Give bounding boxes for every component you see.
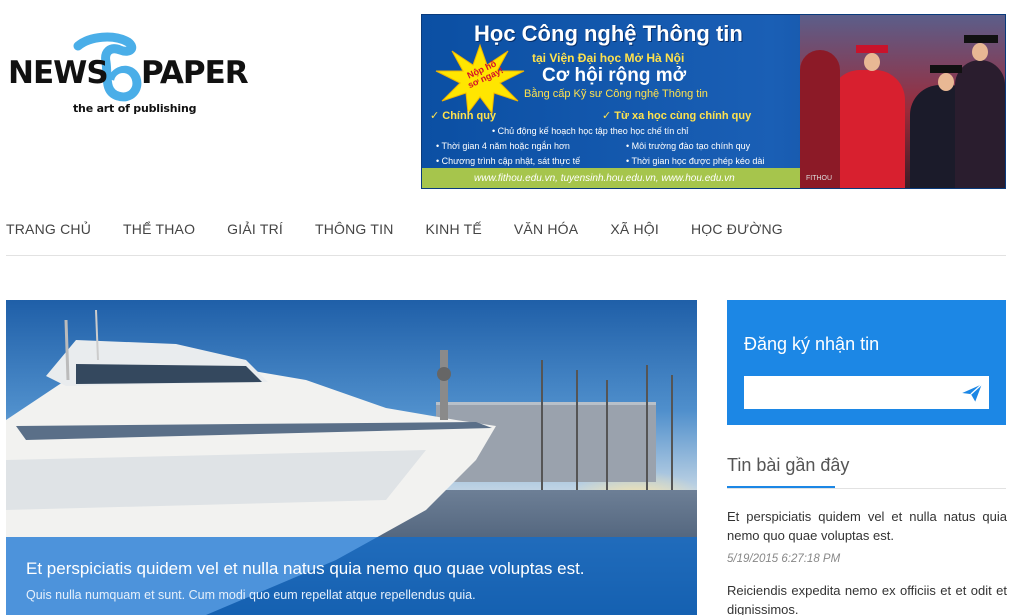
banner-graduation-photo: FITHOU <box>800 15 1005 188</box>
list-item: Et perspiciatis quidem vel et nulla natu… <box>727 507 1007 569</box>
logo-word-left: NEWS <box>8 55 109 91</box>
banner-subtitle-2: Cơ hội rộng mở <box>542 65 687 86</box>
nav-divider <box>6 255 1006 256</box>
newsletter-email-input[interactable] <box>744 376 989 409</box>
logo-tagline: the art of publishing <box>73 102 197 115</box>
nav-item-sports[interactable]: THỂ THAO <box>123 221 195 237</box>
recent-article-title[interactable]: Reiciendis expedita nemo ex officiis et … <box>727 581 1007 615</box>
recent-news-heading: Tin bài gần đây <box>727 455 850 475</box>
site-logo[interactable]: NEWS PAPER the art of publishing <box>8 32 249 122</box>
banner-line: • Thời gian học được phép kéo dài <box>626 156 765 166</box>
banner-subtitle-1: tại Viện Đại học Mở Hà Nội <box>532 51 685 65</box>
banner-col-right-head: ✓ Từ xa học cùng chính quy <box>602 110 752 122</box>
featured-article[interactable]: Et perspiciatis quidem vel et nulla natu… <box>6 300 697 615</box>
newsletter-title: Đăng ký nhận tin <box>744 334 880 354</box>
main-nav: TRANG CHỦ THỂ THAO GIẢI TRÍ THÔNG TIN KI… <box>6 221 815 237</box>
nav-item-school[interactable]: HỌC ĐƯỜNG <box>691 221 783 237</box>
nav-item-information[interactable]: THÔNG TIN <box>315 221 394 237</box>
featured-caption: Et perspiciatis quidem vel et nulla natu… <box>6 537 697 615</box>
logo-word-right: PAPER <box>141 55 249 91</box>
newsletter-box: Đăng ký nhận tin <box>727 300 1006 425</box>
banner-line-center: • Chủ động kế hoạch học tập theo học chế… <box>492 126 689 136</box>
banner-line: • Môi trường đào tạo chính quy <box>626 141 751 151</box>
nav-item-economy[interactable]: KINH TẾ <box>426 221 482 237</box>
featured-title[interactable]: Et perspiciatis quidem vel et nulla natu… <box>26 559 677 579</box>
featured-summary: Quis nulla numquam et sunt. Cum modi quo… <box>26 588 476 602</box>
nav-item-entertainment[interactable]: GIẢI TRÍ <box>227 221 283 237</box>
banner-line: • Chương trình cập nhật, sát thực tế <box>436 156 581 166</box>
banner-urls: www.fithou.edu.vn, tuyensinh.hou.edu.vn,… <box>474 173 735 184</box>
recent-article-title[interactable]: Et perspiciatis quidem vel et nulla natu… <box>727 507 1007 545</box>
banner-subtitle-3: Bằng cấp Kỹ sư Công nghệ Thông tin <box>524 88 708 100</box>
banner-ad[interactable]: Nộp hồ sơ ngay! Học Công nghệ Thông tin … <box>421 14 1006 189</box>
recent-article-date: 5/19/2015 6:27:18 PM <box>727 553 841 565</box>
recent-news-underline <box>727 486 835 488</box>
nav-item-culture[interactable]: VĂN HÓA <box>514 221 578 237</box>
photo-watermark: FITHOU <box>806 175 833 182</box>
banner-title: Học Công nghệ Thông tin <box>474 21 743 46</box>
banner-col-left-head: ✓ Chính quy <box>430 110 497 122</box>
banner-line: • Thời gian 4 năm hoặc ngắn hơn <box>436 141 570 151</box>
recent-news-divider <box>727 488 1006 489</box>
list-item: Reiciendis expedita nemo ex officiis et … <box>727 581 1007 615</box>
nav-item-home[interactable]: TRANG CHỦ <box>6 221 91 237</box>
nav-item-society[interactable]: XÃ HỘI <box>610 221 659 237</box>
paper-plane-icon[interactable] <box>959 380 985 406</box>
